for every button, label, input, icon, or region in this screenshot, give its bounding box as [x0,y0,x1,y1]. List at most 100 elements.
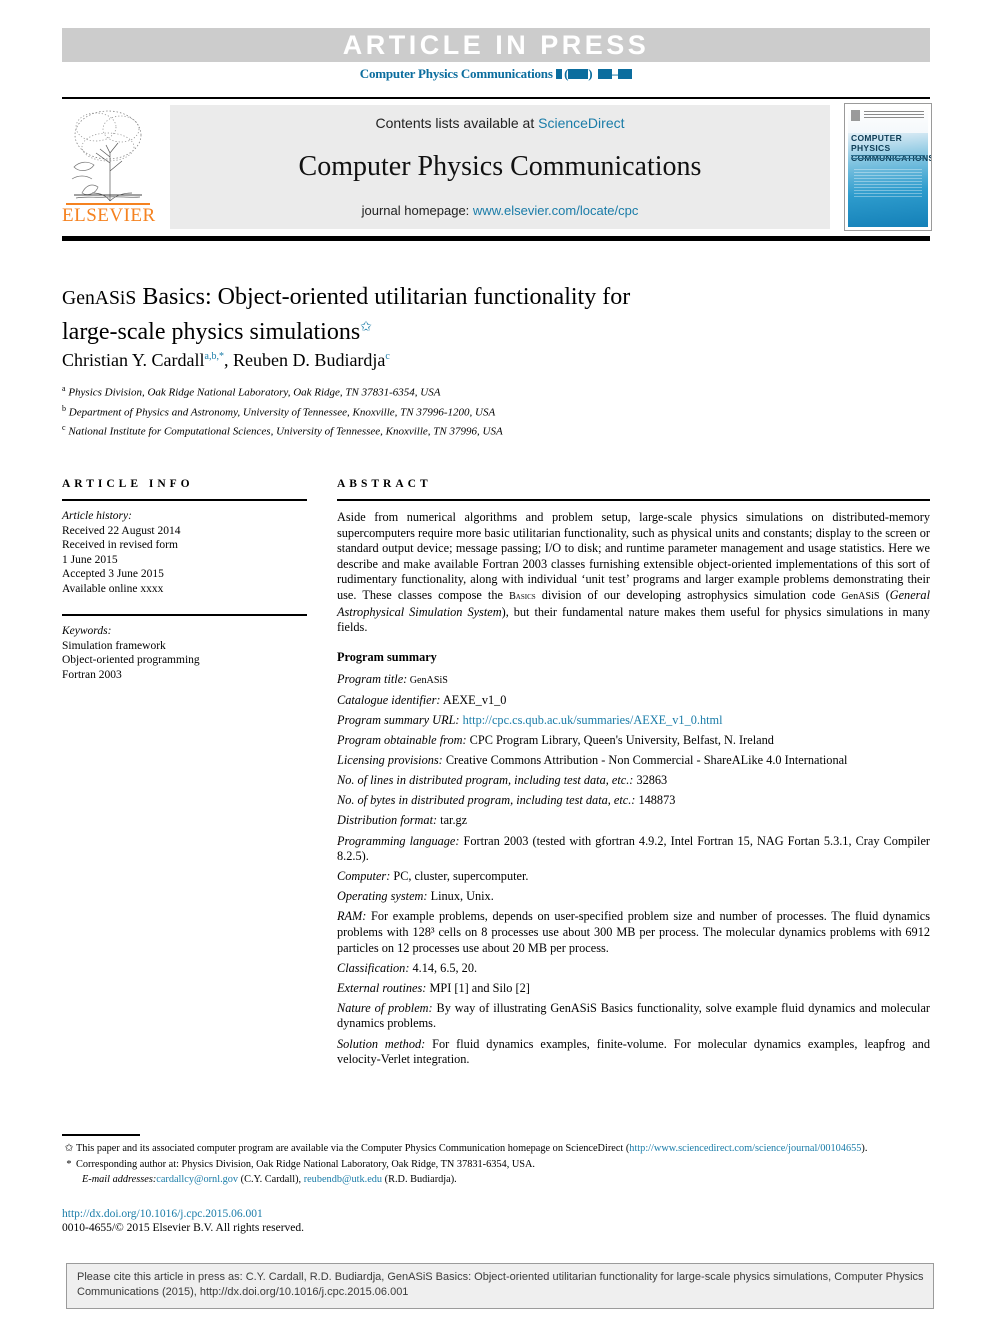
masthead-top-rule [62,97,930,99]
email-link-2[interactable]: reubendb@utk.edu [304,1174,382,1185]
ps-value: Creative Commons Attribution - Non Comme… [442,753,848,768]
journal-homepage-line: journal homepage: www.elsevier.com/locat… [170,203,830,218]
cover-header-lines [864,111,924,119]
cover-artwork: COMPUTER PHYSICS COMMUNICATIONS [848,107,931,227]
article-info-rule-mid [62,614,307,616]
affiliation-text-c: National Institute for Computational Sci… [68,425,503,438]
doi-link[interactable]: http://dx.doi.org/10.1016/j.cpc.2015.06.… [62,1208,263,1220]
program-summary-entry: Distribution format: tar.gz [337,813,930,829]
article-history-label: Article history: [62,510,132,522]
program-summary-entry: RAM: For example problems, depends on us… [337,909,930,956]
journal-title: Computer Physics Communications [298,151,702,182]
cover-subtitle-lines [851,155,925,161]
footnote-star: ✩ This paper and its associated computer … [62,1142,938,1156]
ps-value: Linux, Unix. [427,889,494,904]
ps-label: No. of bytes in distributed program, inc… [337,793,636,808]
volume-placeholder: () – [553,66,633,81]
footnote-star-text-a: This paper and its associated computer p… [76,1143,630,1154]
contents-available-line: Contents lists available at ScienceDirec… [170,115,830,131]
affiliation-item: a Physics Division, Oak Ridge National L… [62,381,822,401]
cover-elsevier-mark-icon [851,110,860,121]
abstract-basics-term: Basics [509,590,536,602]
ps-label: Computer: [337,869,391,884]
ps-value: 4.14, 6.5, 20. [409,960,478,975]
title-genasis-smallcaps: GenASiS [62,287,137,309]
masthead: ELSEVIER Contents lists available at Sci… [62,103,932,231]
ps-label: Licensing provisions: [337,753,443,768]
footnote-rule [62,1134,140,1136]
article-info-column: ARTICLE INFO Article history: Received 2… [62,478,307,682]
ps-label: Classification: [337,960,410,975]
author-1-name: Christian Y. Cardall [62,350,205,370]
author-2-affiliation-marks[interactable]: c [385,351,389,362]
program-summary-entry: External routines: MPI [1] and Silo [2] [337,981,930,997]
email-addresses-label: E-mail addresses: [82,1174,157,1186]
abstract-genasis-term: GenASiS [841,590,880,602]
email-link-1[interactable]: cardallcy@ornl.gov [156,1174,238,1185]
elsevier-logo: ELSEVIER [62,103,156,231]
program-summary-entry: Classification: 4.14, 6.5, 20. [337,961,930,977]
journal-reference-text: Computer Physics Communications [359,66,553,81]
ps-value: 32863 [633,773,668,788]
history-item: 1 June 2015 [62,553,118,566]
program-summary-entry: Programming language: Fortran 2003 (test… [337,834,930,865]
sciencedirect-link[interactable]: ScienceDirect [538,115,624,131]
keywords-block: Keywords: Simulation framework Object-or… [62,624,307,682]
footnote-emails: E-mail addresses:cardallcy@ornl.gov (C.Y… [82,1173,938,1187]
article-in-press-banner: ARTICLE IN PRESS [62,28,930,62]
elsevier-wordmark: ELSEVIER [62,205,156,226]
elsevier-tree-icon [71,110,142,202]
paper-page: ARTICLE IN PRESS Computer Physics Commun… [0,0,992,1323]
homepage-prefix: journal homepage: [361,203,473,218]
affiliation-list: a Physics Division, Oak Ridge National L… [62,381,822,440]
affiliation-mark-c: c [62,423,66,433]
abstract-rule [337,499,930,501]
program-summary-entry: No. of lines in distributed program, inc… [337,773,930,789]
program-summary-entry: Operating system: Linux, Unix. [337,889,930,905]
ps-value-link[interactable]: http://cpc.cs.qub.ac.uk/summaries/AEXE_v… [460,713,723,727]
ps-label: Programming language: [337,833,460,848]
abstract-heading: ABSTRACT [337,478,432,490]
journal-homepage-link[interactable]: www.elsevier.com/locate/cpc [473,203,638,218]
masthead-bottom-rule [62,236,930,241]
sciencedirect-journal-link[interactable]: http://www.sciencedirect.com/science/jou… [629,1143,861,1154]
author-1-affiliation-marks[interactable]: a,b,* [205,351,224,362]
ps-label: Program summary URL: [337,712,460,727]
ps-label: Distribution format: [337,813,438,828]
program-summary-entry: Program obtainable from: CPC Program Lib… [337,733,930,749]
affiliation-mark-b: b [62,403,66,413]
journal-reference-line: Computer Physics Communications () – [0,66,992,82]
program-summary-entry: Solution method: For fluid dynamics exam… [337,1037,930,1068]
footnote-corresponding-author: * Corresponding author at: Physics Divisi… [62,1158,938,1172]
corresponding-author-text: Corresponding author at: Physics Divisio… [76,1158,536,1170]
affiliation-text-b: Department of Physics and Astronomy, Uni… [68,406,496,419]
contents-box: Contents lists available at ScienceDirec… [170,105,830,229]
ps-label: Program title: [337,671,408,686]
keyword-item: Simulation framework [62,639,166,652]
article-in-press-label: ARTICLE IN PRESS [342,30,650,60]
ps-label: Program obtainable from: [337,733,467,748]
author-2-name: , Reuben D. Budiardja [223,350,386,370]
ps-value: tar.gz [437,813,468,828]
keyword-item: Object-oriented programming [62,654,200,666]
article-info-heading: ARTICLE INFO [62,478,194,490]
affiliation-mark-a: a [62,384,66,393]
ps-label: Operating system: [337,889,428,904]
article-history-block: Article history: Received 22 August 2014… [62,509,307,596]
title-footnote-marker[interactable]: ✩ [360,320,372,335]
affiliation-item: b Department of Physics and Astronomy, U… [62,401,822,421]
abstract-part-2: division of our developing astrophysics … [535,587,842,602]
ps-value: CPC Program Library, Queen's University,… [466,733,774,748]
program-summary-entry: Licensing provisions: Creative Commons A… [337,753,930,769]
cover-title-line-1: COMPUTER PHYSICS [851,133,903,153]
author-list: Christian Y. Cardalla,b,*, Reuben D. Bud… [62,350,762,371]
history-item: Available online xxxx [62,582,164,595]
ps-value: 148873 [635,793,676,808]
journal-cover-thumbnail[interactable]: COMPUTER PHYSICS COMMUNICATIONS [844,103,932,231]
email-owner-2: (R.D. Budiardja). [382,1174,457,1186]
program-summary-entry: Catalogue identifier: AEXE_v1_0 [337,693,930,709]
program-summary-entry: Program title: GenASiS [337,672,930,689]
page-title: GenASiS Basics: Object-oriented utilitar… [62,283,762,347]
ps-value: GenASiS [407,674,448,686]
ps-value: AEXE_v1_0 [440,692,507,707]
